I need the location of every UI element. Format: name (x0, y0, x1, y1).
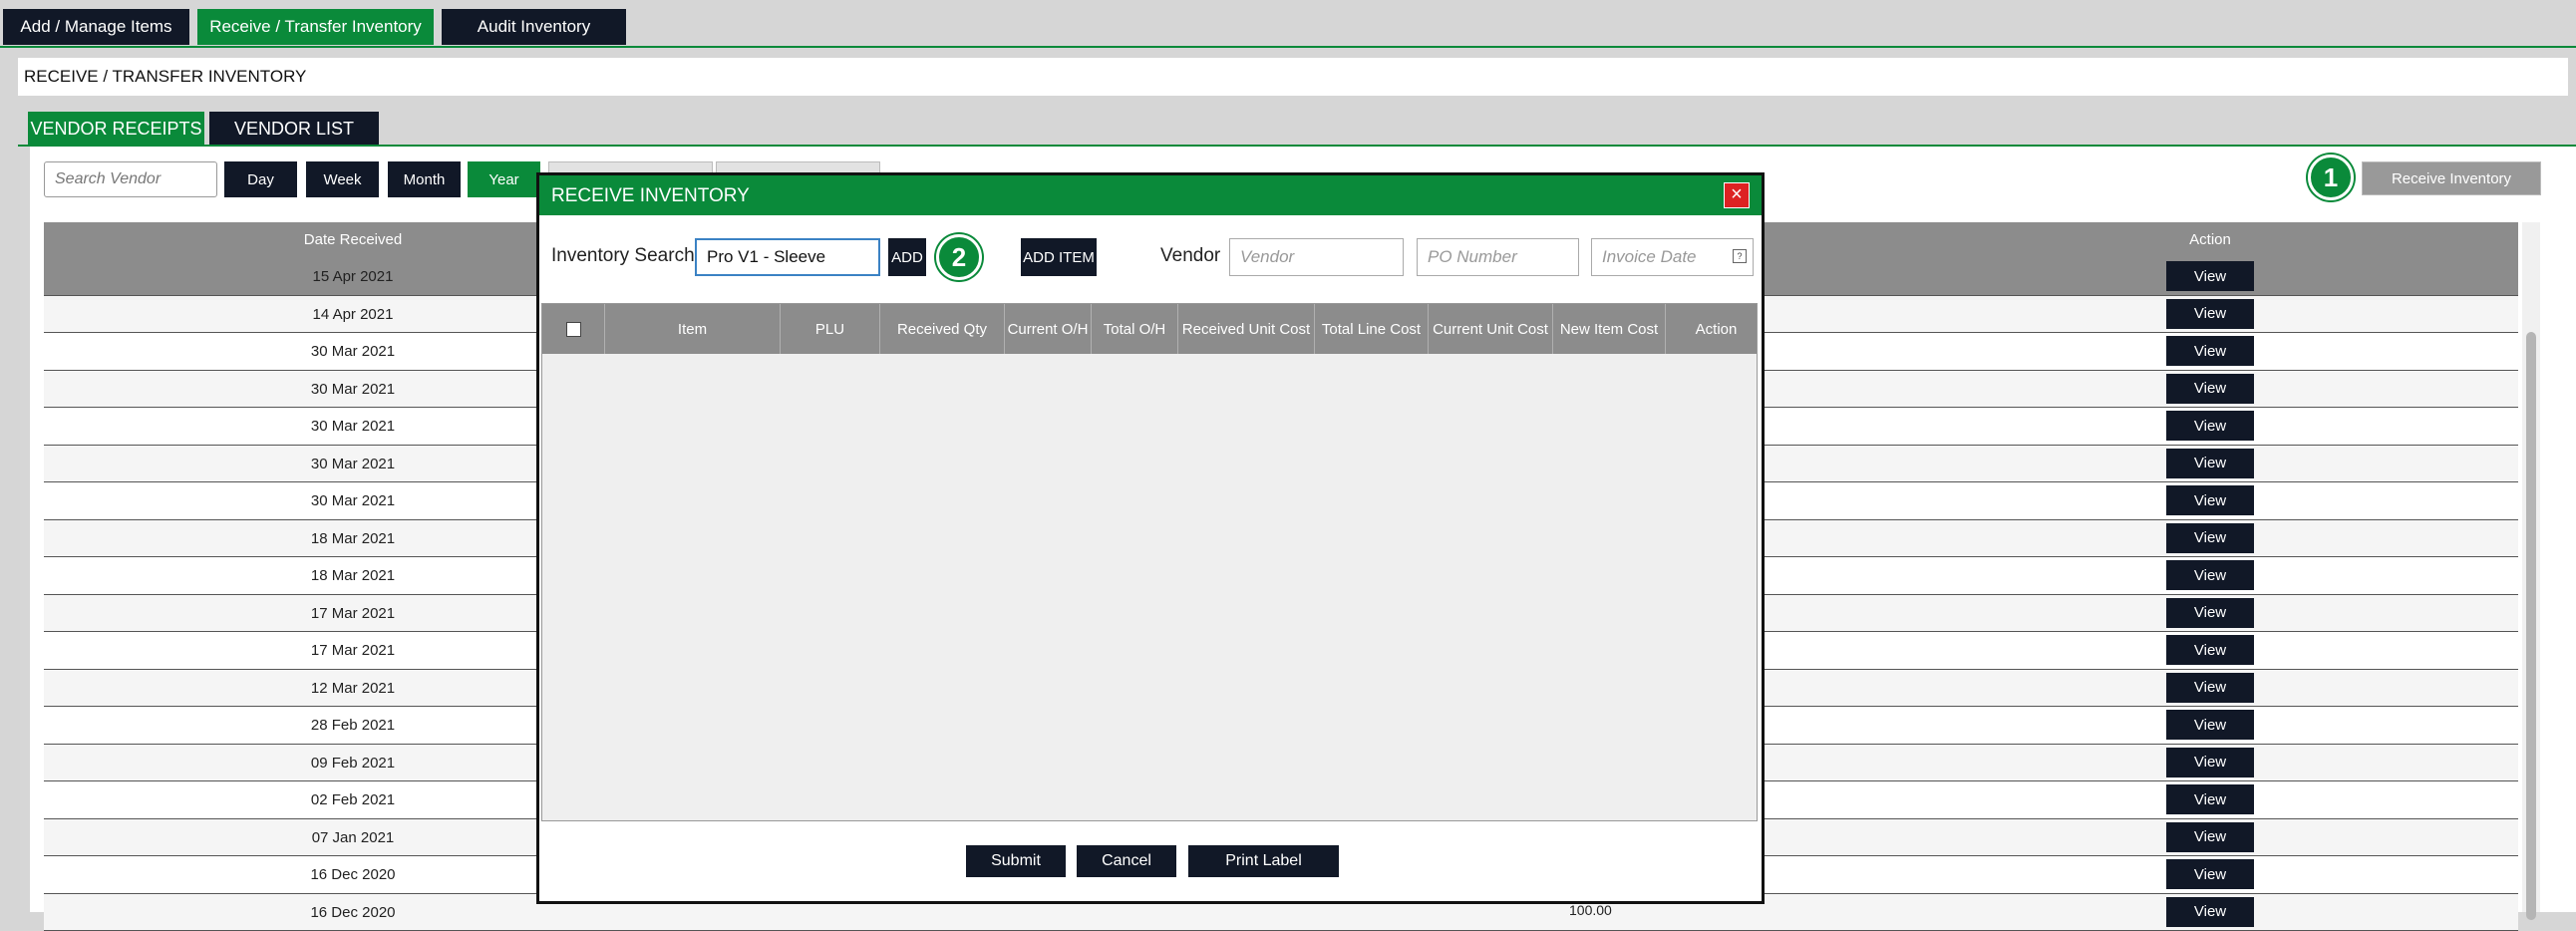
view-button[interactable]: View (2166, 374, 2254, 404)
invoice-date-placeholder: Invoice Date (1602, 247, 1697, 267)
scrollbar-thumb[interactable] (2526, 332, 2536, 920)
view-button[interactable]: View (2166, 261, 2254, 291)
view-button[interactable]: View (2166, 748, 2254, 777)
receive-inventory-button[interactable]: Receive Inventory (2362, 161, 2541, 195)
grid-col-item: Item (604, 304, 780, 354)
view-button[interactable]: View (2166, 822, 2254, 852)
filter-day-button[interactable]: Day (224, 161, 297, 197)
cancel-button[interactable]: Cancel (1077, 845, 1176, 877)
grid-col-current-unit-cost: Current Unit Cost (1428, 304, 1552, 354)
inventory-search-input[interactable]: Pro V1 - Sleeve (695, 238, 880, 276)
grid-col-received-unit-cost: Received Unit Cost (1177, 304, 1314, 354)
view-button[interactable]: View (2166, 710, 2254, 740)
partial-cell-value: 100.00 (1569, 902, 1612, 918)
vendor-input[interactable]: Vendor (1229, 238, 1404, 276)
view-button[interactable]: View (2166, 784, 2254, 814)
view-button[interactable]: View (2166, 598, 2254, 628)
filter-month-button[interactable]: Month (388, 161, 461, 197)
col-action: Action (2166, 231, 2254, 248)
audit-inventory-tab[interactable]: Audit Inventory (442, 9, 626, 45)
receive-items-grid: ItemPLUReceived QtyCurrent O/HTotal O/HR… (541, 303, 1758, 821)
close-icon[interactable]: × (1724, 182, 1750, 208)
select-all-cell (542, 304, 604, 354)
print-label-button[interactable]: Print Label (1188, 845, 1339, 877)
filter-year-button[interactable]: Year (468, 161, 540, 197)
modal-header: RECEIVE INVENTORY × (539, 175, 1762, 215)
step-badge-1: 1 (2308, 155, 2354, 200)
select-all-checkbox[interactable] (566, 322, 581, 337)
calendar-icon[interactable]: ? (1733, 249, 1747, 263)
view-button[interactable]: View (2166, 299, 2254, 329)
step-badge-2: 2 (936, 234, 982, 280)
receive-inventory-modal: RECEIVE INVENTORY × Inventory Search Pro… (536, 172, 1765, 904)
grid-col-total-line-cost: Total Line Cost (1314, 304, 1428, 354)
invoice-date-input[interactable]: Invoice Date ? (1591, 238, 1754, 276)
search-vendor-input[interactable]: Search Vendor (44, 161, 217, 197)
page-title: RECEIVE / TRANSFER INVENTORY (18, 58, 2568, 96)
view-button[interactable]: View (2166, 449, 2254, 478)
modal-title: RECEIVE INVENTORY (551, 185, 750, 206)
grid-col-total-o-h: Total O/H (1091, 304, 1177, 354)
po-number-input[interactable]: PO Number (1417, 238, 1579, 276)
tab-vendor-receipts[interactable]: VENDOR RECEIPTS (28, 112, 204, 146)
view-button[interactable]: View (2166, 673, 2254, 703)
add-button[interactable]: ADD (888, 238, 926, 276)
view-button[interactable]: View (2166, 859, 2254, 889)
view-button[interactable]: View (2166, 411, 2254, 441)
view-button[interactable]: View (2166, 560, 2254, 590)
grid-header: ItemPLUReceived QtyCurrent O/HTotal O/HR… (542, 304, 1757, 354)
view-button[interactable]: View (2166, 485, 2254, 515)
view-button[interactable]: View (2166, 635, 2254, 665)
inventory-search-label: Inventory Search (551, 245, 695, 267)
grid-col-current-o-h: Current O/H (1004, 304, 1091, 354)
grid-col-received-qty: Received Qty (879, 304, 1004, 354)
tab-vendor-list[interactable]: VENDOR LIST (209, 112, 379, 146)
filter-week-button[interactable]: Week (306, 161, 379, 197)
table-scrollbar[interactable] (2522, 222, 2540, 912)
grid-col-new-item-cost: New Item Cost (1552, 304, 1665, 354)
add-item-button[interactable]: ADD ITEM (1021, 238, 1097, 276)
view-button[interactable]: View (2166, 523, 2254, 553)
view-button[interactable]: View (2166, 336, 2254, 366)
top-nav: Add / Manage Items Receive / Transfer In… (0, 0, 2576, 48)
date-received-cell: 16 Dec 2020 (44, 904, 662, 921)
grid-col-plu: PLU (780, 304, 879, 354)
add-manage-items-tab[interactable]: Add / Manage Items (3, 9, 189, 45)
vendor-label: Vendor (1160, 245, 1220, 267)
receive-transfer-tab[interactable]: Receive / Transfer Inventory (197, 9, 434, 45)
submit-button[interactable]: Submit (966, 845, 1066, 877)
grid-col-action: Action (1665, 304, 1767, 354)
